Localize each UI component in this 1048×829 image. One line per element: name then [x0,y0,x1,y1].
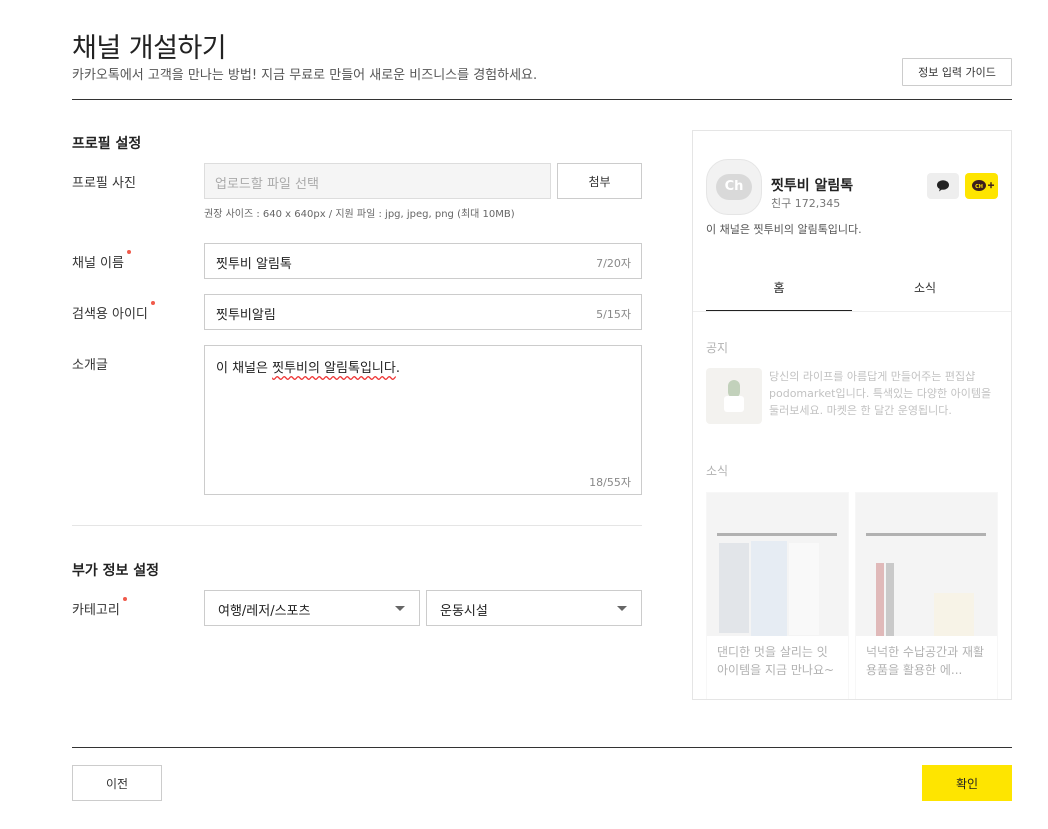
preview-tab-home[interactable]: 홈 [706,271,852,311]
add-channel-icon: CH [972,180,994,191]
news-card-caption: 댄디한 멋을 살리는 잇 아이템을 지금 만나요~ [717,645,835,677]
channel-name-value: 찟투비 알림톡 [216,257,292,272]
extra-section-title: 부가 정보 설정 [72,563,160,579]
clothing-shape [751,541,787,636]
channel-name-input[interactable]: 찟투비 알림톡 7/20자 [204,243,642,279]
profile-photo-label: 프로필 사진 [72,176,136,191]
profile-photo-file-input[interactable]: 업로드할 파일 선택 [204,163,551,199]
chevron-down-icon [395,606,405,611]
clothes-rail [717,533,837,536]
category-label: 카테고리 [72,597,127,618]
channel-logo-text: Ch [716,174,752,200]
section-divider [72,525,642,526]
spellcheck-text: 찟투비의 알림톡입니다 [272,361,396,376]
category-sub-select[interactable]: 운동시설 [426,590,642,626]
intro-label: 소개글 [72,358,108,373]
news-card-image [707,493,848,636]
pot-shape [724,396,744,412]
profile-section-title: 프로필 설정 [72,136,142,152]
preview-description: 이 채널은 찟투비의 알림톡입니다. [706,223,862,236]
preview-friend-count: 친구 172,345 [771,197,841,210]
notice-thumbnail [706,368,762,424]
clothes-rail [866,533,986,536]
clothing-shape [886,563,894,636]
channel-name-counter: 7/20자 [596,257,631,270]
page-header: 채널 개설하기 카카오톡에서 고객을 만나는 방법! 지금 무료로 만들어 새로… [72,22,1012,100]
search-id-value: 찟투비알림 [216,308,276,323]
search-id-label: 검색용 아이디 [72,301,155,322]
intro-textarea[interactable]: 이 채널은 찟투비의 알림톡입니다. 18/55자 [204,345,642,495]
footer-divider [72,747,1012,748]
category-main-select[interactable]: 여행/레저/스포츠 [204,590,420,626]
info-guide-button[interactable]: 정보 입력 가이드 [902,58,1012,86]
news-card-image [856,493,997,636]
preview-tab-news[interactable]: 소식 [852,271,998,311]
preview-notice-title: 공지 [706,341,729,355]
intro-counter: 18/55자 [589,476,631,489]
channel-logo: Ch [706,159,762,215]
chevron-down-icon [617,606,627,611]
page-subtitle: 카카오톡에서 고객을 만나는 방법! 지금 무료로 만들어 새로운 비즈니스를 … [72,68,538,83]
news-card[interactable]: 댄디한 멋을 살리는 잇 아이템을 지금 만나요~ [706,492,849,699]
news-card[interactable]: 넉넉한 수납공간과 재활용품을 활용한 에... [855,492,998,699]
channel-name-label: 채널 이름 [72,250,131,271]
preview-news-title: 소식 [706,464,729,478]
category-main-value: 여행/레저/스포츠 [218,604,311,619]
required-dot [122,597,127,601]
preview-notice-text: 당신의 라이프를 아름답게 만들어주는 편집샵 podomarket입니다. 특… [769,370,992,417]
bag-shape [934,593,974,636]
chat-bubble-icon [937,180,949,192]
confirm-button[interactable]: 확인 [922,765,1012,801]
page-title: 채널 개설하기 [72,33,227,64]
intro-value: 이 채널은 찟투비의 알림톡입니다. [216,361,400,376]
preview-chat-button[interactable] [927,173,959,199]
required-dot [150,301,155,305]
clothing-shape [876,563,884,636]
channel-preview: Ch 찟투비 알림톡 친구 172,345 CH 이 채널은 찟투비의 알림톡입… [692,130,1012,700]
search-id-counter: 5/15자 [596,308,631,321]
preview-channel-name: 찟투비 알림톡 [771,178,854,194]
required-dot [126,250,131,254]
photo-hint: 권장 사이즈 : 640 x 640px / 지원 파일 : jpg, jpeg… [204,209,515,220]
clothing-shape [789,543,819,635]
category-sub-value: 운동시설 [440,604,488,619]
news-card-caption: 넉넉한 수납공간과 재활용품을 활용한 에... [866,645,985,677]
svg-text:CH: CH [975,184,983,190]
clothing-shape [719,543,749,633]
preview-add-friend-button[interactable]: CH [965,173,998,199]
search-id-input[interactable]: 찟투비알림 5/15자 [204,294,642,330]
preview-content: 공지 당신의 라이프를 아름답게 만들어주는 편집샵 podomarket입니다… [693,312,1011,699]
prev-button[interactable]: 이전 [72,765,162,801]
attach-button[interactable]: 첨부 [557,163,642,199]
